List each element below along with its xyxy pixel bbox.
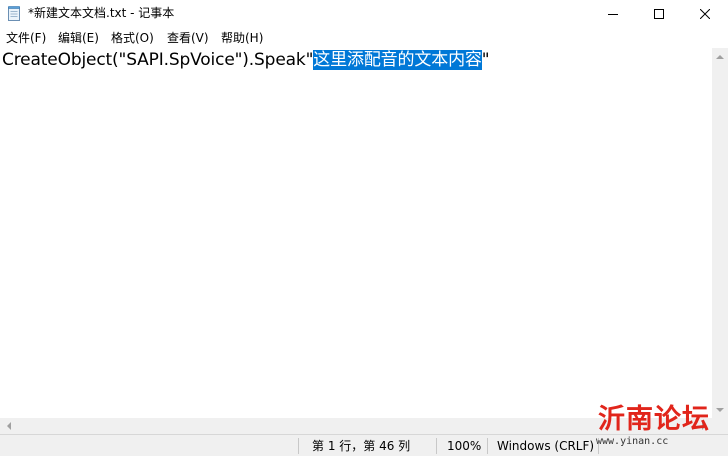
menu-edit[interactable]: 编辑(E) [57, 30, 100, 47]
menu-view[interactable]: 查看(V) [166, 30, 210, 47]
watermark-url: www.yinan.cc [596, 436, 669, 447]
close-icon [700, 8, 710, 19]
line-ending: Windows (CRLF) [497, 439, 595, 453]
forum-watermark: 沂南论坛 www.yinan.cc [596, 404, 724, 454]
menu-file[interactable]: 文件(F) [5, 30, 47, 47]
text-editor[interactable]: CreateObject("SAPI.SpVoice").Speak"这里添配音… [0, 48, 712, 418]
title-bar[interactable]: *新建文本文档.txt - 记事本 [0, 0, 728, 27]
window-title: *新建文本文档.txt - 记事本 [28, 6, 175, 20]
watermark-title: 沂南论坛 [598, 404, 710, 435]
chevron-left-icon [6, 422, 11, 430]
notepad-icon [8, 6, 20, 21]
vertical-scrollbar[interactable] [712, 48, 728, 418]
cursor-position: 第 1 行，第 46 列 [312, 439, 411, 453]
scroll-up-button[interactable] [712, 48, 728, 64]
editor-text-before: CreateObject("SAPI.SpVoice").Speak" [2, 50, 314, 70]
minimize-button[interactable] [590, 0, 636, 27]
maximize-button[interactable] [636, 0, 682, 27]
menu-format[interactable]: 格式(O) [110, 30, 155, 47]
zoom-level: 100% [447, 439, 482, 453]
status-separator [487, 438, 488, 454]
editor-text-after: " [481, 50, 490, 70]
maximize-icon [654, 8, 664, 19]
minimize-icon [608, 13, 618, 15]
status-separator [298, 438, 299, 454]
menu-bar: 文件(F) 编辑(E) 格式(O) 查看(V) 帮助(H) [0, 29, 728, 48]
selected-text: 这里添配音的文本内容 [313, 50, 482, 70]
status-separator [436, 438, 437, 454]
close-button[interactable] [682, 0, 728, 27]
editor-line: CreateObject("SAPI.SpVoice").Speak"这里添配音… [2, 49, 490, 71]
menu-help[interactable]: 帮助(H) [220, 30, 264, 47]
chevron-up-icon [716, 54, 724, 59]
scroll-left-button[interactable] [0, 418, 16, 434]
